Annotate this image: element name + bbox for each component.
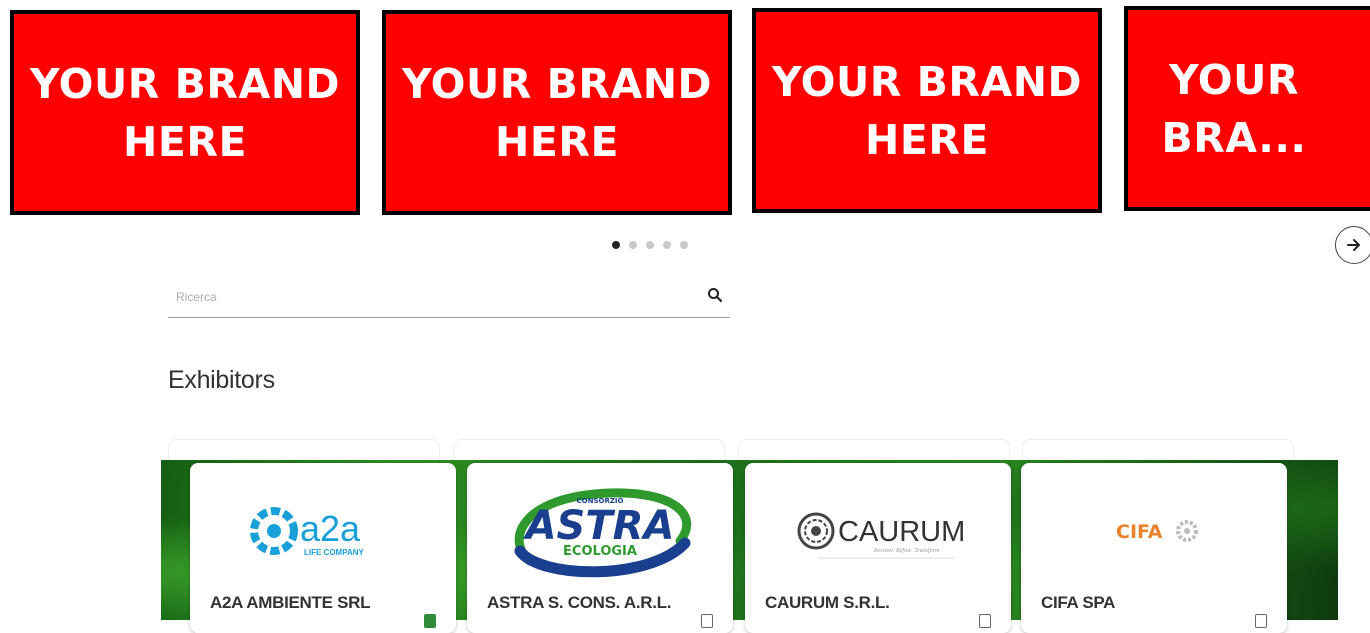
exhibitor-card[interactable]: CIFA CIFA SPA xyxy=(1021,463,1287,633)
brand-banner-1[interactable]: YOUR BRAND HERE xyxy=(10,10,360,215)
a2a-logo-subtext: LIFE COMPANY xyxy=(304,548,365,557)
exhibitor-logo-caurum: CAURUM Recover. Refine. Transform xyxy=(745,481,1011,581)
brand-banner-4-line2: BRA... xyxy=(1161,113,1307,162)
brand-banner-3[interactable]: YOUR BRAND HERE xyxy=(752,8,1102,213)
astra-logo-text: ASTRA xyxy=(523,503,675,549)
carousel-pagination xyxy=(612,241,688,249)
exhibitor-name[interactable]: CAURUM S.R.L. xyxy=(765,593,890,613)
exhibitor-logo-cifa: CIFA xyxy=(1021,481,1287,581)
carousel-dot[interactable] xyxy=(646,241,654,249)
search-icon[interactable] xyxy=(706,286,724,304)
exhibitor-logo-a2a: a2a LIFE COMPANY xyxy=(190,481,456,581)
bookmark-icon[interactable] xyxy=(701,614,713,628)
astra-logo-icon: CONSORZIO ASTRA ECOLOGIA xyxy=(514,488,692,578)
search-input[interactable] xyxy=(174,286,678,308)
exhibitor-logo-astra: CONSORZIO ASTRA ECOLOGIA xyxy=(467,481,733,581)
caurum-logo-icon: CAURUM Recover. Refine. Transform xyxy=(797,512,965,559)
exhibitor-card[interactable]: CONSORZIO ASTRA ECOLOGIA ASTRA S. CONS. … xyxy=(467,463,733,633)
carousel-dot[interactable] xyxy=(663,241,671,249)
arrow-right-icon xyxy=(1347,239,1360,251)
section-title: Exhibitors xyxy=(168,366,275,394)
brand-banner-4-line1: YOUR xyxy=(1169,55,1299,104)
brand-banner-1-line1: YOUR BRAND xyxy=(29,59,341,108)
carousel-dot[interactable] xyxy=(680,241,688,249)
cifa-logo-text: CIFA xyxy=(1116,521,1163,543)
bookmark-icon[interactable] xyxy=(1255,614,1267,628)
brand-banner-2-line1: YOUR BRAND xyxy=(401,59,713,108)
bookmark-icon[interactable] xyxy=(424,614,436,628)
astra-logo-subtext: ECOLOGIA xyxy=(563,544,637,559)
brand-banner-3-line2: HERE xyxy=(865,115,989,164)
exhibitor-card[interactable]: CAURUM Recover. Refine. Transform CAURUM… xyxy=(745,463,1011,633)
brand-banner-2-line2: HERE xyxy=(495,117,619,166)
exhibitor-card[interactable]: a2a LIFE COMPANY A2A AMBIENTE SRL xyxy=(190,463,456,633)
caurum-logo-text: CAURUM xyxy=(838,516,965,548)
brand-banner-3-line1: YOUR BRAND xyxy=(771,57,1083,106)
exhibitor-name[interactable]: A2A AMBIENTE SRL xyxy=(210,593,370,613)
exhibitor-name[interactable]: ASTRA S. CONS. A.R.L. xyxy=(487,593,671,613)
carousel-dot[interactable] xyxy=(629,241,637,249)
carousel-next-button[interactable] xyxy=(1335,226,1370,264)
bookmark-icon[interactable] xyxy=(979,614,991,628)
search-bar xyxy=(168,278,730,318)
brand-banner-1-line2: HERE xyxy=(123,117,247,166)
a2a-logo-icon: a2a LIFE COMPANY xyxy=(250,507,365,557)
carousel-dot[interactable] xyxy=(612,241,620,249)
caurum-logo-subtext: Recover. Refine. Transform xyxy=(873,547,940,554)
brand-banner-4[interactable]: YOUR BRA... xyxy=(1124,6,1370,211)
cifa-logo-icon: CIFA xyxy=(1116,520,1198,543)
exhibitor-name[interactable]: CIFA SPA xyxy=(1041,593,1115,613)
a2a-logo-text: a2a xyxy=(300,508,361,549)
brand-banner-2[interactable]: YOUR BRAND HERE xyxy=(382,10,732,215)
